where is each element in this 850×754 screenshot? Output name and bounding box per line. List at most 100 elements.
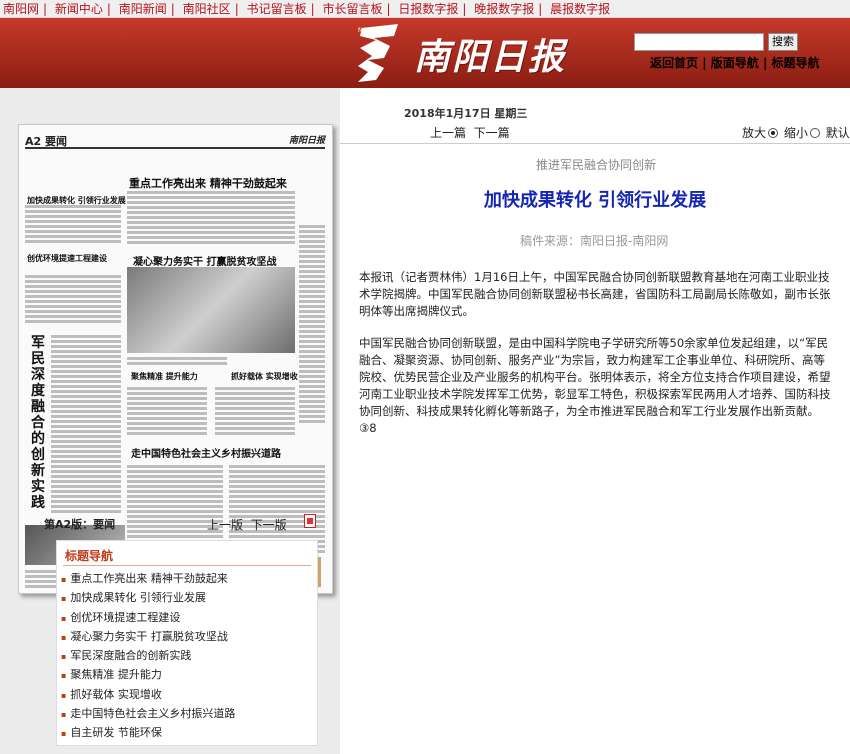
title-nav-item[interactable]: 自主研发 节能环保	[61, 723, 235, 742]
paper-text-block	[215, 387, 295, 437]
paper-text-line	[127, 432, 207, 435]
paper-text-line	[229, 480, 325, 483]
topnav-link-news-center[interactable]: 新闻中心	[52, 0, 106, 17]
zoom-out-radio[interactable]	[809, 128, 820, 138]
title-nav-item[interactable]: 军民深度融合的创新实践	[61, 646, 235, 665]
paper-text-line	[51, 365, 121, 368]
paper-text-line	[299, 360, 325, 363]
edition-pager: 上一版 下一版	[207, 516, 287, 533]
search-input[interactable]	[634, 33, 764, 51]
paper-text-block	[127, 191, 295, 246]
title-nav-link[interactable]: 标题导航	[772, 56, 820, 70]
paper-text-line	[25, 315, 121, 318]
edition-label: 第A2版：要闻	[44, 518, 116, 531]
paper-text-line	[25, 295, 121, 298]
topnav-link-community[interactable]: 南阳社区	[180, 0, 234, 17]
paper-text-line	[127, 236, 295, 239]
paper-text-line	[299, 300, 325, 303]
paper-text-line	[299, 295, 325, 298]
paper-text-line	[299, 330, 325, 333]
article-source: 稿件来源：南阳日报-南阳网	[520, 234, 669, 248]
newspaper-logo-icon: N·Y DAILY	[358, 24, 398, 82]
zoom-in-radio[interactable]	[768, 128, 779, 138]
title-nav-item[interactable]: 重点工作亮出来 精神干劲鼓起来	[61, 569, 235, 588]
topnav-link-daily-digital[interactable]: 日报数字报	[395, 0, 461, 17]
paper-text-line	[299, 320, 325, 323]
topnav-link-nanyang-net[interactable]: 南阳网	[0, 0, 42, 17]
paper-text-line	[51, 495, 121, 498]
paper-text-line	[215, 432, 295, 435]
topnav-link-mayor-board[interactable]: 市长留言板	[319, 0, 385, 17]
pdf-icon[interactable]	[304, 514, 316, 528]
paper-text-line	[51, 455, 121, 458]
paper-text-line	[25, 300, 121, 303]
home-link[interactable]: 返回首页	[650, 56, 698, 70]
paper-vertical-title[interactable]: 军民深度融合的创新实践	[31, 335, 47, 511]
paper-text-line	[51, 355, 121, 358]
paper-text-line	[299, 315, 325, 318]
paper-text-line	[51, 500, 121, 503]
paper-text-line	[127, 357, 227, 360]
paper-text-line	[299, 410, 325, 413]
paper-text-line	[229, 535, 325, 538]
paper-text-line	[299, 260, 325, 263]
title-nav-item[interactable]: 创优环境提速工程建设	[61, 608, 235, 627]
prev-edition-link[interactable]: 上一版	[207, 518, 243, 532]
paper-headline-7[interactable]: 创优环境提速工程建设	[27, 253, 107, 264]
title-navigation-list: 重点工作亮出来 精神干劲鼓起来 加快成果转化 引领行业发展 创优环境提速工程建设…	[61, 569, 235, 743]
title-nav-item[interactable]: 走中国特色社会主义乡村振兴道路	[61, 704, 235, 723]
topnav-link-secretary-board[interactable]: 书记留言板	[244, 0, 310, 17]
paper-headline-1[interactable]: 重点工作亮出来 精神干劲鼓起来	[129, 175, 287, 191]
title-nav-item[interactable]: 抓好载体 实现增收	[61, 685, 235, 704]
paper-photo	[127, 267, 295, 353]
site-logo-text: 南阳日报	[414, 36, 567, 78]
paper-text-line	[25, 215, 121, 218]
paper-headline-5[interactable]: 抓好载体 实现增收	[231, 371, 298, 382]
zoom-out-label: 缩小	[783, 126, 808, 140]
paper-text-block	[299, 225, 325, 425]
paper-text-line	[229, 485, 325, 488]
next-edition-link[interactable]: 下一版	[251, 518, 287, 532]
paper-text-line	[51, 340, 121, 343]
paper-headline-3[interactable]: 走中国特色社会主义乡村振兴道路	[131, 445, 281, 460]
title-nav-item[interactable]: 加快成果转化 引领行业发展	[61, 588, 235, 607]
zoom-controls: 放大 缩小 默认	[742, 124, 850, 141]
paper-text-line	[299, 280, 325, 283]
prev-article-link[interactable]: 上一篇	[430, 126, 466, 140]
topnav-link-nanyang-news[interactable]: 南阳新闻	[116, 0, 170, 17]
divider	[63, 565, 311, 566]
paper-text-line	[299, 285, 325, 288]
paper-text-line	[51, 410, 121, 413]
paper-text-line	[25, 220, 121, 223]
paper-text-line	[51, 465, 121, 468]
paper-headline-4[interactable]: 聚焦精准 提升能力	[131, 371, 198, 382]
paper-text-line	[299, 335, 325, 338]
paper-text-line	[127, 422, 207, 425]
paper-text-line	[299, 250, 325, 253]
title-nav-item[interactable]: 凝心聚力务实干 打赢脱贫攻坚战	[61, 627, 235, 646]
paper-text-line	[215, 392, 295, 395]
paper-text-line	[127, 241, 295, 244]
paper-text-line	[25, 285, 121, 288]
paper-text-line	[299, 385, 325, 388]
topnav-link-evening-digital[interactable]: 晚报数字报	[471, 0, 537, 17]
paper-text-line	[299, 415, 325, 418]
paper-text-line	[51, 375, 121, 378]
next-article-link[interactable]: 下一篇	[474, 126, 510, 140]
paper-text-line	[299, 245, 325, 248]
paper-text-line	[51, 380, 121, 383]
paper-text-line	[51, 425, 121, 428]
title-nav-item[interactable]: 聚焦精准 提升能力	[61, 665, 235, 684]
paper-text-line	[299, 365, 325, 368]
search-button[interactable]: 搜索	[768, 33, 798, 51]
paper-text-line	[51, 350, 121, 353]
paper-text-line	[51, 390, 121, 393]
paper-headline-2[interactable]: 凝心聚力务实干 打赢脱贫攻坚战	[133, 253, 276, 268]
paper-headline-6[interactable]: 加快成果转化 引领行业发展	[27, 195, 126, 206]
paper-text-line	[127, 417, 207, 420]
header-banner: N·Y DAILY 南阳日报	[0, 18, 850, 88]
topnav-link-morning-digital[interactable]: 晨报数字报	[547, 0, 613, 17]
page-nav-link[interactable]: 版面导航	[711, 56, 759, 70]
paper-text-line	[25, 310, 121, 313]
paper-text-line	[51, 400, 121, 403]
